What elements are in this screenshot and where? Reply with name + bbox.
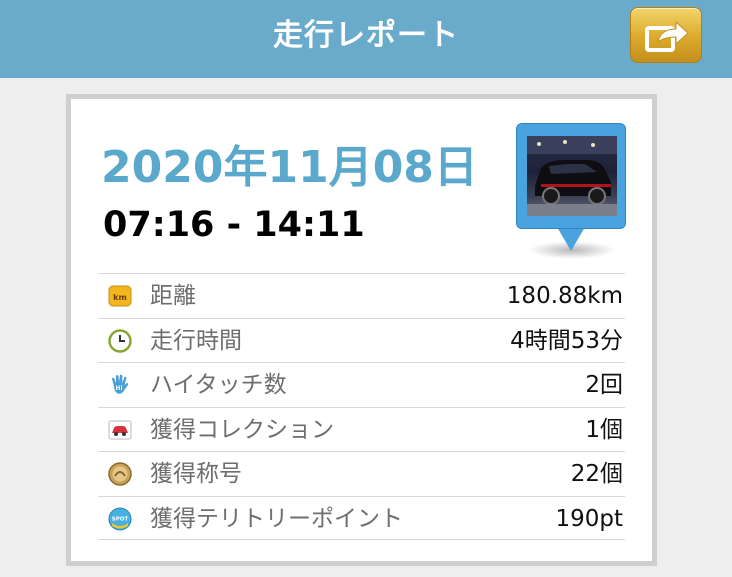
hi-touch-hand-icon: Hi [108, 373, 132, 397]
stat-row-collection: 獲得コレクション 1個 [98, 406, 625, 452]
report-date: 2020年11月08日 [101, 142, 478, 193]
page-title: 走行レポート [273, 18, 459, 53]
stat-row-distance: km 距離 180.88km [98, 273, 625, 318]
share-arrow-icon [645, 20, 689, 52]
svg-text:Hi: Hi [115, 385, 122, 392]
car-photo-illustration [527, 136, 617, 216]
stat-label: ハイタッチ数 [150, 372, 287, 398]
pin-frame [516, 123, 626, 229]
stats-list: km 距離 180.88km 走行時間 4時間53分 Hi ハイタッチ数 2回 … [98, 273, 625, 540]
stat-label: 走行時間 [150, 327, 242, 354]
km-badge-icon: km [108, 284, 132, 308]
stat-label: 獲得称号 [150, 461, 242, 487]
share-button[interactable] [630, 7, 702, 63]
stat-value: 1個 [585, 416, 623, 443]
drive-report-card: 2020年11月08日 07:16 - 14:11 km 距離 180.88km… [66, 94, 657, 566]
stat-row-territory-points: SPOT 獲得テリトリーポイント 190pt [98, 495, 625, 540]
stat-value: 190pt [555, 505, 623, 532]
stat-value: 180.88km [506, 283, 623, 309]
car-collection-icon [108, 418, 132, 442]
svg-text:km: km [113, 293, 127, 302]
car-photo [527, 136, 617, 216]
stat-value: 22個 [570, 461, 623, 487]
stat-value: 2回 [585, 372, 623, 398]
title-medal-icon [108, 462, 132, 486]
stat-row-hi-touch: Hi ハイタッチ数 2回 [98, 362, 625, 407]
spot-icon: SPOT [108, 507, 132, 531]
stat-label: 獲得テリトリーポイント [150, 505, 403, 532]
pin-tail [557, 227, 585, 251]
stat-row-titles: 獲得称号 22個 [98, 451, 625, 496]
stat-value: 4時間53分 [510, 327, 623, 354]
photo-pin-thumbnail[interactable] [516, 123, 628, 261]
stat-row-drive-time: 走行時間 4時間53分 [98, 317, 625, 363]
report-time-range: 07:16 - 14:11 [103, 205, 365, 245]
svg-text:SPOT: SPOT [112, 516, 129, 522]
clock-icon [108, 328, 132, 353]
header-bar: 走行レポート [0, 0, 732, 78]
stat-label: 距離 [150, 283, 196, 309]
stat-label: 獲得コレクション [150, 416, 334, 443]
